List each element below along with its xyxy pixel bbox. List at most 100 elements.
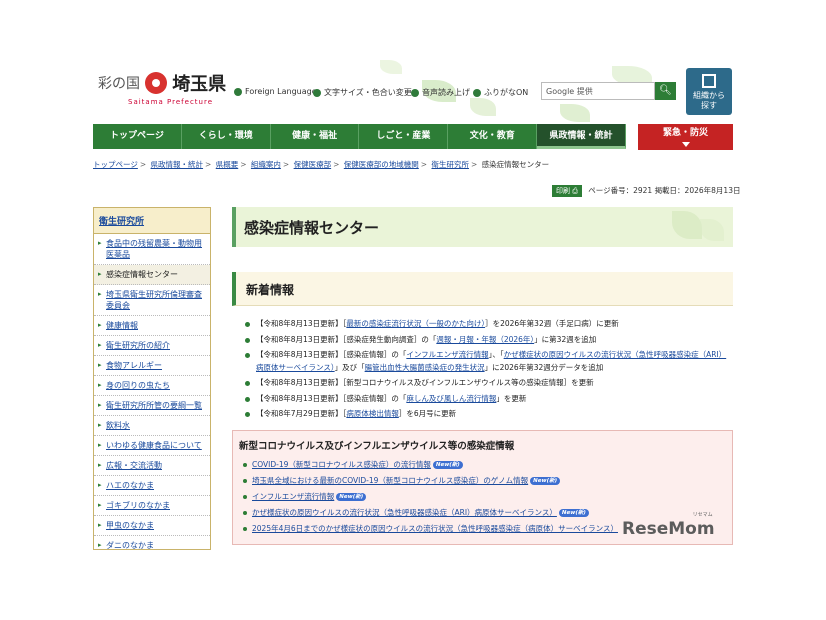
org-button-line2: 探す [701,101,717,110]
emergency-button[interactable]: 緊急・防災 [638,124,733,150]
breadcrumb-item[interactable]: 組織案内 [251,160,281,169]
global-nav: トップページ くらし・環境 健康・福祉 しごと・産業 文化・教育 県政情報・統計 [93,124,626,149]
resemom-watermark: ReseMom リセマム [622,512,715,539]
sidebar-item[interactable]: 埼玉県衛生研究所倫理審査委員会 [94,285,210,316]
covid-link[interactable]: COVID-19（新型コロナウイルス感染症）の流行情報 [252,460,431,469]
new-badge: New(新) [530,477,561,485]
link-label: ふりがなON [484,88,529,97]
breadcrumb-current: 感染症情報センター [481,160,550,169]
news-list: 【令和8年8月13日更新】［最新の感染症流行状況（一般のかた向け）］を2026年… [244,318,730,424]
page-number: ページ番号：2921 [588,186,653,195]
page-title-banner: 感染症情報センター [232,207,733,247]
breadcrumb-item[interactable]: 保健医療部 [294,160,332,169]
prefecture-emblem-icon [145,72,168,94]
breadcrumb-item[interactable]: 衛生研究所 [431,160,469,169]
news-item: 【令和8年8月13日更新】［感染症発生動向調査］の「週報・月報・年報（2026年… [244,334,730,347]
chevron-down-icon [681,142,690,147]
link-label: 文字サイズ・色合い変更 [324,88,412,97]
org-search-button[interactable]: 組織から 探す [686,68,732,115]
covid-link[interactable]: かぜ様症状の原因ウイルスの流行状況（急性呼吸器感染症（ARI）病原体サーベイラン… [252,508,557,517]
covid-item: COVID-19（新型コロナウイルス感染症）の流行情報 New(新) [243,460,729,470]
sidebar-item-current[interactable]: 感染症情報センター [94,265,210,285]
news-text: 」を更新 [496,393,527,403]
speaker-icon [411,88,419,97]
breadcrumb: トップページ > 県政情報・統計 > 県概要 > 組織案内 > 保健医療部 > 保健医療部… [93,160,550,169]
foreign-language-link[interactable]: Foreign Language [234,87,317,96]
site-logo[interactable]: 彩の国 埼玉県 Saitama Prefecture [98,70,226,106]
new-badge: New(新) [432,461,463,469]
news-text: 」、「 [488,350,504,359]
breadcrumb-item[interactable]: 県概要 [216,160,239,169]
news-text: 」に2026年第32週分データを追加 [484,362,604,372]
sidebar-item[interactable]: 食品中の残留農薬・動物用医薬品 [94,234,210,265]
sidebar-item[interactable]: いわゆる健康食品について [94,436,210,456]
speech-link[interactable]: 音声読み上げ [411,87,470,98]
posted-date: 掲載日：2026年8月13日 [654,186,741,195]
search-button[interactable]: 🔍︎ [655,82,676,100]
news-date: 【令和8年7月29日更新】 [256,409,343,418]
print-button[interactable]: 印刷 ⎙ [552,185,582,197]
news-date: 【令和8年8月13日更新】 [256,350,343,359]
news-link[interactable]: 腸管出血性大腸菌感染症の発生状況 [365,363,485,372]
news-link[interactable]: インフルエンザ流行情報 [406,350,488,359]
news-link[interactable]: 病原体検出情報 [346,409,399,418]
decorative-leaf [700,219,724,241]
globe-icon [234,87,242,96]
nav-living[interactable]: くらし・環境 [182,124,271,149]
sidebar-item[interactable]: 身の回りの虫たち [94,376,210,396]
news-text: ［感染症発生動向調査］の「 [342,334,437,344]
news-date: 【令和8年8月13日更新】 [256,393,343,403]
breadcrumb-item[interactable]: 県政情報・統計 [151,160,204,169]
decorative-leaf [470,98,496,116]
furigana-icon [473,88,481,97]
nav-culture[interactable]: 文化・教育 [448,124,538,149]
news-text: 」及び「 [334,362,365,372]
breadcrumb-item[interactable]: 保健医療部の地域機関 [344,160,419,169]
sidebar-item[interactable]: 食物アレルギー [94,356,210,376]
news-item: 【令和8年8月13日更新】［感染症情報］の「麻しん及び風しん流行情報」を更新 [244,393,730,406]
org-button-line1: 組織から [693,91,725,100]
search-icon: 🔍︎ [659,85,672,96]
logo-prefix: 彩の国 [98,76,140,92]
sidebar-item[interactable]: 広報・交流活動 [94,456,210,476]
covid-link[interactable]: インフルエンザ流行情報 [252,492,334,501]
news-text: ［感染症情報］の「 [342,393,407,403]
sidebar-item[interactable]: ゴキブリのなかま [94,496,210,516]
watermark-text: ReseMom [622,519,715,539]
text-size-color-link[interactable]: 文字サイズ・色合い変更 [313,87,412,98]
news-item: 【令和8年8月13日更新】［新型コロナウイルス及びインフルエンザウイルス等の感染… [244,377,730,390]
sidebar-item[interactable]: 衛生研究所の紹介 [94,336,210,356]
link-label: 音声読み上げ [422,88,470,97]
news-date: 【令和8年8月13日更新】 [256,378,343,387]
nav-top[interactable]: トップページ [93,124,182,149]
news-link[interactable]: 最新の感染症流行状況（一般のかた向け） [346,319,485,328]
sidebar-item[interactable]: 甲虫のなかま [94,516,210,536]
nav-health[interactable]: 健康・福祉 [271,124,360,149]
sidebar-item[interactable]: 飲料水 [94,416,210,436]
news-heading-box: 新着情報 [232,272,733,306]
sidebar-title[interactable]: 衛生研究所 [94,208,210,234]
page-title: 感染症情報センター [244,219,380,237]
sidebar-item[interactable]: ダニのなかま [94,536,210,549]
new-badge: New(新) [336,493,367,501]
print-label: 印刷 [556,187,570,195]
furigana-link[interactable]: ふりがなON [473,87,528,98]
nav-work[interactable]: しごと・産業 [359,124,449,149]
sidebar-item[interactable]: 健康情報 [94,316,210,336]
search-input[interactable]: Google 提供 [541,82,655,100]
covid-item: かぜ様症状の原因ウイルスの流行状況（急性呼吸器感染症（ARI）病原体サーベイラン… [243,508,729,518]
news-link[interactable]: 週報・月報・年報（2026年） [436,335,534,344]
covid-item: インフルエンザ流行情報 New(新) [243,492,729,502]
printer-icon: ⎙ [572,187,578,195]
logo-subtitle: Saitama Prefecture [128,98,214,106]
news-item: 【令和8年8月13日更新】［感染症情報］の「インフルエンザ流行情報」、「かぜ様症… [244,349,730,374]
news-text: ］を6月号に更新 [398,409,457,418]
sidebar-item[interactable]: ハエのなかま [94,476,210,496]
breadcrumb-item[interactable]: トップページ [93,160,138,169]
news-link[interactable]: 麻しん及び風しん流行情報 [406,394,496,403]
covid-link[interactable]: 埼玉県全域における最新のCOVID-19（新型コロナウイルス感染症）のゲノム情報 [252,476,528,485]
sidebar-item[interactable]: 衛生研究所所管の要綱一覧 [94,396,210,416]
covid-link[interactable]: 2025年4月6日までのかぜ様症状の原因ウイルスの流行状況（急性呼吸器感染症（病… [252,524,618,533]
covid-item: 埼玉県全域における最新のCOVID-19（新型コロナウイルス感染症）のゲノム情報… [243,476,729,486]
nav-government[interactable]: 県政情報・統計 [537,124,626,149]
